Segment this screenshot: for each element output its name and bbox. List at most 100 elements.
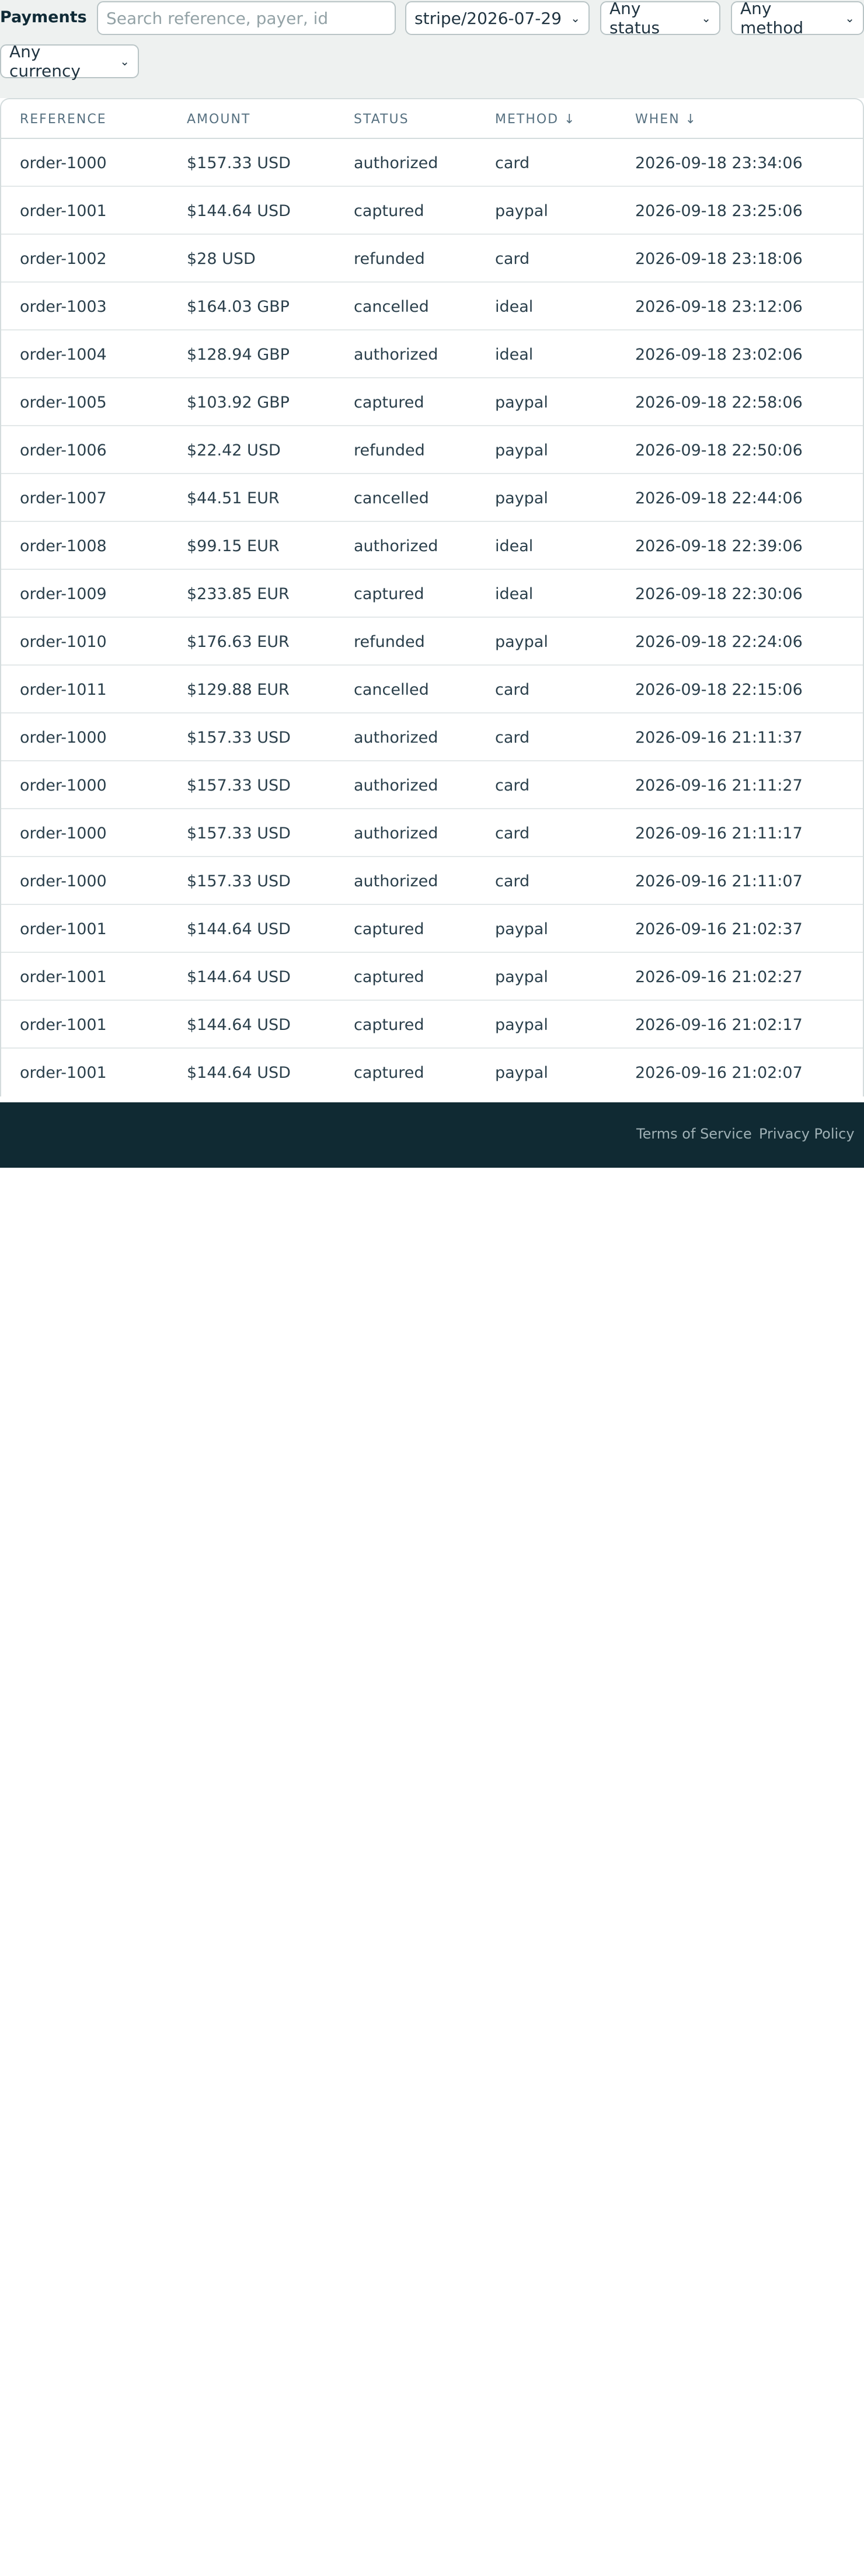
method-select[interactable]: Any method ⌄ <box>731 0 864 37</box>
source-select-value: stripe/2026-07-29 <box>414 8 562 28</box>
table-row[interactable]: order-1000 $157.33 USD authorized card 2026-… <box>1 713 863 761</box>
cell-status: authorized <box>354 346 438 364</box>
page-title: Payments <box>0 8 87 26</box>
table-header: Reference Amount Status Method ↓ When ↓ <box>1 99 863 139</box>
cell-amount: $129.88 EUR <box>187 681 290 699</box>
table-row[interactable]: order-1007 $44.51 EUR cancelled paypal 2026-… <box>1 474 863 522</box>
table-row[interactable]: order-1000 $157.33 USD authorized card 2026-… <box>1 761 863 809</box>
cell-when: 2026-09-18 23:25:06 <box>635 202 803 220</box>
cell-amount: $99.15 EUR <box>187 537 280 555</box>
cell-method: card <box>495 154 530 172</box>
cell-amount: $144.64 USD <box>187 920 291 938</box>
cell-amount: $144.64 USD <box>187 1064 291 1082</box>
cell-method: card <box>495 729 530 747</box>
cell-when: 2026-09-16 21:02:37 <box>635 920 803 938</box>
table-row[interactable]: order-1000 $157.33 USD authorized card 2026-… <box>1 139 863 187</box>
cell-status: authorized <box>354 872 438 890</box>
cell-status: refunded <box>354 633 425 651</box>
cell-amount: $144.64 USD <box>187 1016 291 1034</box>
cell-method: paypal <box>495 920 548 938</box>
cell-status: captured <box>354 968 424 986</box>
cell-status: authorized <box>354 154 438 172</box>
column-header-when[interactable]: When ↓ <box>635 112 697 127</box>
privacy-link[interactable]: Privacy Policy <box>759 1126 855 1142</box>
cell-method: paypal <box>495 394 548 412</box>
cell-method: paypal <box>495 1064 548 1082</box>
table-row[interactable]: order-1010 $176.63 EUR refunded paypal 2026-… <box>1 618 863 666</box>
cell-reference: order-1000 <box>20 872 107 890</box>
cell-reference: order-1007 <box>20 489 107 507</box>
table-row[interactable]: order-1001 $144.64 USD captured paypal 2026-… <box>1 1049 863 1096</box>
table-row[interactable]: order-1004 $128.94 GBP authorized ideal 2026… <box>1 330 863 378</box>
cell-amount: $144.64 USD <box>187 968 291 986</box>
cell-method: ideal <box>495 298 534 316</box>
cell-amount: $157.33 USD <box>187 777 291 795</box>
cell-reference: order-1000 <box>20 154 107 172</box>
table-row[interactable]: order-1006 $22.42 USD refunded paypal 2026-0… <box>1 426 863 474</box>
chevron-down-icon: ⌄ <box>701 11 711 25</box>
cell-amount: $103.92 GBP <box>187 394 290 412</box>
cell-status: captured <box>354 394 424 412</box>
cell-reference: order-1002 <box>20 250 107 268</box>
cell-reference: order-1010 <box>20 633 107 651</box>
cell-method: ideal <box>495 537 534 555</box>
table-row[interactable]: order-1001 $144.64 USD captured paypal 2026-… <box>1 905 863 953</box>
cell-status: cancelled <box>354 681 429 699</box>
column-header-status[interactable]: Status <box>354 112 409 127</box>
cell-status: captured <box>354 585 424 603</box>
cell-method: card <box>495 250 530 268</box>
cell-reference: order-1006 <box>20 441 107 459</box>
table-row[interactable]: order-1002 $28 USD refunded card 2026-09-18 … <box>1 235 863 283</box>
table-row[interactable]: order-1001 $144.64 USD captured paypal 2026-… <box>1 953 863 1001</box>
table-row[interactable]: order-1000 $157.33 USD authorized card 2026-… <box>1 809 863 857</box>
currency-select[interactable]: Any currency ⌄ <box>0 42 139 81</box>
cell-method: paypal <box>495 202 548 220</box>
cell-status: authorized <box>354 777 438 795</box>
status-select[interactable]: Any status ⌄ <box>600 0 720 37</box>
currency-select-value: Any currency <box>9 42 81 81</box>
cell-reference: order-1003 <box>20 298 107 316</box>
cell-amount: $28 USD <box>187 250 256 268</box>
column-header-method[interactable]: Method ↓ <box>495 112 576 127</box>
cell-reference: order-1001 <box>20 968 107 986</box>
table-body: order-1000 $157.33 USD authorized card 2026-… <box>1 139 863 1096</box>
table-row[interactable]: order-1009 $233.85 EUR captured ideal 2026-0… <box>1 570 863 618</box>
cell-method: paypal <box>495 968 548 986</box>
source-select[interactable]: stripe/2026-07-29 ⌄ <box>405 1 590 35</box>
chevron-down-icon: ⌄ <box>570 11 580 25</box>
cell-reference: order-1005 <box>20 394 107 412</box>
table-row[interactable]: order-1001 $144.64 USD captured paypal 2026-… <box>1 1001 863 1049</box>
cell-when: 2026-09-18 23:18:06 <box>635 250 803 268</box>
cell-amount: $233.85 EUR <box>187 585 290 603</box>
table-row[interactable]: order-1003 $164.03 GBP cancelled ideal 2026-… <box>1 283 863 330</box>
cell-status: authorized <box>354 824 438 843</box>
cell-method: paypal <box>495 633 548 651</box>
terms-link[interactable]: Terms of Service <box>636 1126 752 1142</box>
table-row[interactable]: order-1011 $129.88 EUR cancelled card 2026-0… <box>1 666 863 713</box>
column-header-amount[interactable]: Amount <box>187 112 250 127</box>
cell-reference: order-1011 <box>20 681 107 699</box>
cell-status: refunded <box>354 250 425 268</box>
table-row[interactable]: order-1008 $99.15 EUR authorized ideal 2026-… <box>1 522 863 570</box>
search-input[interactable]: Search reference, payer, id <box>97 1 396 35</box>
cell-when: 2026-09-18 22:15:06 <box>635 681 803 699</box>
cell-when: 2026-09-16 21:11:07 <box>635 872 803 890</box>
table-row[interactable]: order-1000 $157.33 USD authorized card 2026-… <box>1 857 863 905</box>
cell-reference: order-1000 <box>20 777 107 795</box>
cell-method: card <box>495 681 530 699</box>
cell-reference: order-1001 <box>20 1016 107 1034</box>
cell-status: captured <box>354 920 424 938</box>
column-header-reference[interactable]: Reference <box>20 112 107 127</box>
cell-method: ideal <box>495 346 534 364</box>
table-row[interactable]: order-1001 $144.64 USD captured paypal 2026-… <box>1 187 863 235</box>
cell-when: 2026-09-18 23:12:06 <box>635 298 803 316</box>
cell-amount: $157.33 USD <box>187 824 291 843</box>
cell-method: ideal <box>495 585 534 603</box>
footer: Terms of Service Privacy Policy <box>0 1102 864 1168</box>
chevron-down-icon: ⌄ <box>845 11 855 25</box>
cell-status: cancelled <box>354 489 429 507</box>
payments-table: Reference Amount Status Method ↓ When ↓ … <box>0 98 864 1096</box>
cell-status: authorized <box>354 729 438 747</box>
cell-reference: order-1000 <box>20 824 107 843</box>
table-row[interactable]: order-1005 $103.92 GBP captured paypal 2026-… <box>1 378 863 426</box>
